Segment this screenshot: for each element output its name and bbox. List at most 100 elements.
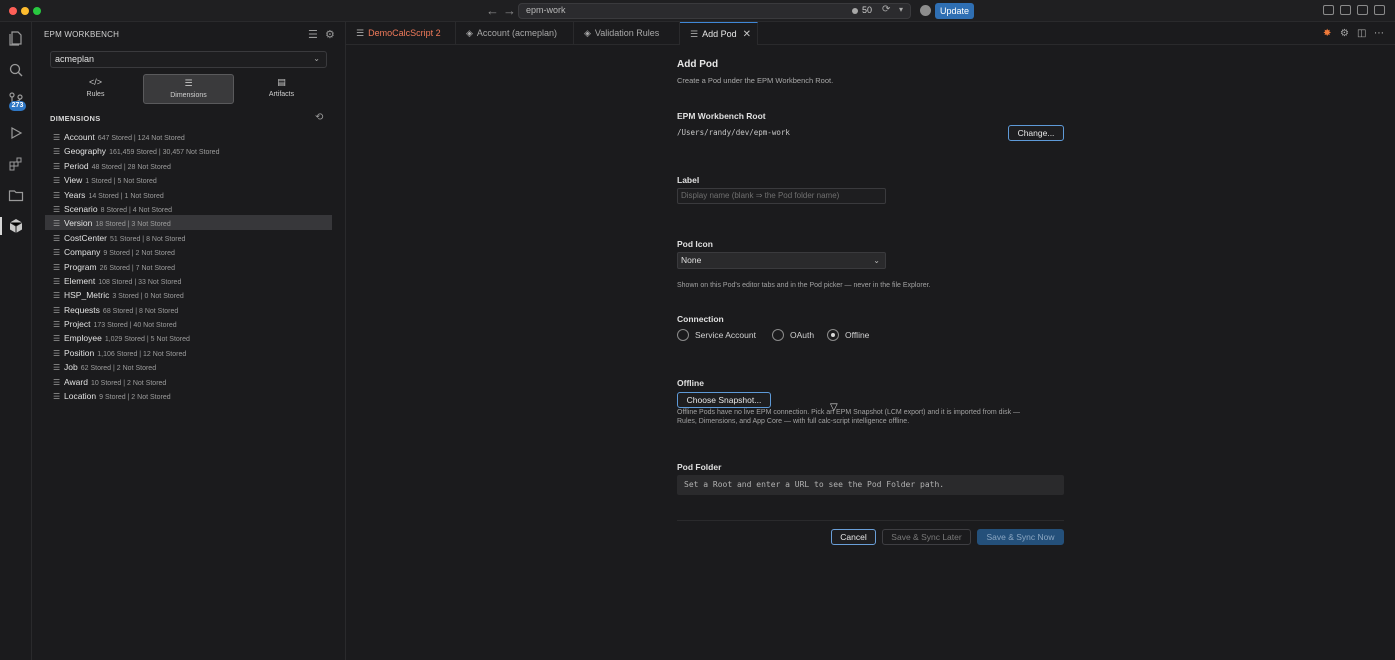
folder-icon[interactable] <box>8 187 24 203</box>
radio-oauth-label[interactable]: OAuth <box>790 330 814 340</box>
tab-dimensions[interactable]: ☰ Dimensions <box>143 74 234 104</box>
chevron-down-icon: ⌄ <box>873 256 880 265</box>
radio-oauth[interactable] <box>772 329 784 341</box>
chevron-down-icon[interactable]: ▾ <box>899 5 903 14</box>
dimension-name: Award <box>64 376 88 387</box>
change-root-button[interactable]: Change... <box>1008 125 1064 141</box>
epm-workbench-icon[interactable] <box>8 218 24 234</box>
close-icon[interactable]: ✕ <box>743 23 751 46</box>
label-input[interactable]: Display name (blank ⇒ the Pod folder nam… <box>677 188 886 204</box>
dimension-icon: ☰ <box>53 190 61 200</box>
dimension-name: Position <box>64 347 95 358</box>
dimension-meta: 9 Stored | 2 Not Stored <box>99 394 171 402</box>
forward-arrow-icon[interactable]: → <box>503 3 516 18</box>
dimension-item[interactable]: ☰ HSP_Metric 3 Stored | 0 Not Stored <box>45 287 332 301</box>
dimension-item[interactable]: ☰ Element 108 Stored | 33 Not Stored <box>45 273 332 287</box>
radio-offline[interactable] <box>827 329 839 341</box>
dimension-icon: ☰ <box>53 262 61 272</box>
radio-service-account[interactable] <box>677 329 689 341</box>
pod-select[interactable]: acmeplan ⌄ <box>50 51 327 68</box>
dimension-meta: 26 Stored | 7 Not Stored <box>99 264 175 272</box>
dimension-meta: 18 Stored | 3 Not Stored <box>95 221 171 229</box>
pod-icon-select[interactable]: None ⌄ <box>677 252 886 269</box>
window-minimize-button[interactable] <box>21 7 29 15</box>
tab-add-pod[interactable]: ☰ Add Pod ✕ <box>680 22 758 45</box>
dimension-item[interactable]: ☰ Location 9 Stored | 2 Not Stored <box>45 388 332 402</box>
dimension-meta: 14 Stored | 1 Not Stored <box>88 192 164 200</box>
dimension-item-selected[interactable]: ☰ Version 18 Stored | 3 Not Stored <box>45 215 332 230</box>
toggle-secondary-sidebar-icon[interactable] <box>1374 5 1385 15</box>
run-debug-icon[interactable] <box>8 125 24 141</box>
save-sync-later-button[interactable]: Save & Sync Later <box>882 529 971 545</box>
update-button[interactable]: Update <box>935 3 974 19</box>
burst-icon[interactable]: ✸ <box>1323 28 1331 39</box>
back-arrow-icon[interactable]: ← <box>486 3 499 18</box>
dimension-item[interactable]: ☰ Program 26 Stored | 7 Not Stored <box>45 259 332 273</box>
search-icon[interactable] <box>8 62 24 78</box>
choose-snapshot-button[interactable]: Choose Snapshot... <box>677 392 771 408</box>
dimension-icon: ☰ <box>53 204 61 214</box>
account-icon[interactable] <box>920 5 931 16</box>
dimension-icon: ☰ <box>53 219 61 229</box>
epm-sidebar: EPM WORKBENCH ☰ ⚙ acmeplan ⌄ </> Rules ☰… <box>32 22 346 660</box>
source-control-badge: 273 <box>9 101 26 111</box>
status-count: 50 <box>862 5 873 15</box>
gear-icon[interactable]: ⚙ <box>325 28 335 41</box>
dimension-item[interactable]: ☰ Position 1,106 Stored | 12 Not Stored <box>45 345 332 359</box>
extensions-icon[interactable] <box>8 156 24 172</box>
explorer-icon[interactable] <box>8 30 24 46</box>
dimension-name: Employee <box>64 333 102 344</box>
tab-rules[interactable]: </> Rules <box>50 74 141 104</box>
settings-icon[interactable]: ⚙ <box>1340 28 1349 39</box>
dimension-item[interactable]: ☰ Employee 1,029 Stored | 5 Not Stored <box>45 330 332 344</box>
refresh-icon[interactable]: ⟲ <box>315 112 323 123</box>
split-editor-icon[interactable]: ◫ <box>1357 28 1366 39</box>
command-center[interactable]: epm-work 50 ⟳ ▾ <box>518 3 911 19</box>
layout-icon[interactable] <box>1323 5 1334 15</box>
toggle-sidebar-icon[interactable] <box>1340 5 1351 15</box>
dimension-item[interactable]: ☰ Company 9 Stored | 2 Not Stored <box>45 244 332 258</box>
dimension-meta: 48 Stored | 28 Not Stored <box>91 163 171 171</box>
dimension-item[interactable]: ☰ Period 48 Stored | 28 Not Stored <box>45 158 332 172</box>
offline-section-label: Offline <box>677 378 704 388</box>
radio-offline-label[interactable]: Offline <box>845 330 869 340</box>
dimension-name: Scenario <box>64 203 98 214</box>
tab-account[interactable]: ◈ Account (acmeplan) <box>456 22 574 45</box>
status-dot-icon <box>852 8 858 14</box>
tab-label: Validation Rules <box>594 28 660 38</box>
dimension-item[interactable]: ☰ View 1 Stored | 5 Not Stored <box>45 172 332 186</box>
dimension-icon: ☰ <box>53 176 61 186</box>
cancel-button[interactable]: Cancel <box>831 529 876 545</box>
dimension-item[interactable]: ☰ CostCenter 51 Stored | 8 Not Stored <box>45 230 332 244</box>
more-actions-icon[interactable]: ⋯ <box>1374 28 1384 39</box>
window-maximize-button[interactable] <box>33 7 41 15</box>
list-view-icon[interactable]: ☰ <box>308 28 318 41</box>
dimension-item[interactable]: ☰ Requests 68 Stored | 8 Not Stored <box>45 302 332 316</box>
dimension-meta: 173 Stored | 40 Not Stored <box>93 322 177 330</box>
sync-icon[interactable]: ⟳ <box>882 4 890 15</box>
toggle-panel-icon[interactable] <box>1357 5 1368 15</box>
dimension-name: Location <box>64 391 97 402</box>
tab-democalcscript[interactable]: ☰ DemoCalcScript 2 <box>346 22 456 45</box>
dimension-item[interactable]: ☰ Geography 161,459 Stored | 30,457 Not St… <box>45 143 332 157</box>
tab-artifacts[interactable]: ▤ Artifacts <box>236 74 327 104</box>
dimension-item[interactable]: ☰ Scenario 8 Stored | 4 Not Stored <box>45 201 332 215</box>
dimension-item[interactable]: ☰ Account 647 Stored | 124 Not Stored <box>45 129 332 143</box>
dimension-icon: ☰ <box>53 291 61 301</box>
save-sync-now-button[interactable]: Save & Sync Now <box>977 529 1064 545</box>
dimension-item[interactable]: ☰ Years 14 Stored | 1 Not Stored <box>45 187 332 201</box>
tab-validation-rules[interactable]: ◈ Validation Rules <box>574 22 680 45</box>
dimension-meta: 8 Stored | 4 Not Stored <box>100 206 173 214</box>
radio-service-account-label[interactable]: Service Account <box>695 330 756 340</box>
pod-folder-label: Pod Folder <box>677 462 722 472</box>
dimension-item[interactable]: ☰ Award 10 Stored | 2 Not Stored <box>45 374 332 388</box>
activity-bar: 273 <box>0 22 32 660</box>
problem-count-badge: 2 <box>435 28 441 38</box>
dimension-icon: ☰ <box>53 248 61 258</box>
dimension-icon: ☰ <box>53 276 61 286</box>
dimension-item[interactable]: ☰ Job 62 Stored | 2 Not Stored <box>45 359 332 373</box>
dimension-icon: ☰ <box>53 377 61 387</box>
dimension-item[interactable]: ☰ Project 173 Stored | 40 Not Stored <box>45 316 332 330</box>
dimension-icon: ☰ <box>53 305 61 315</box>
window-close-button[interactable] <box>9 7 17 15</box>
